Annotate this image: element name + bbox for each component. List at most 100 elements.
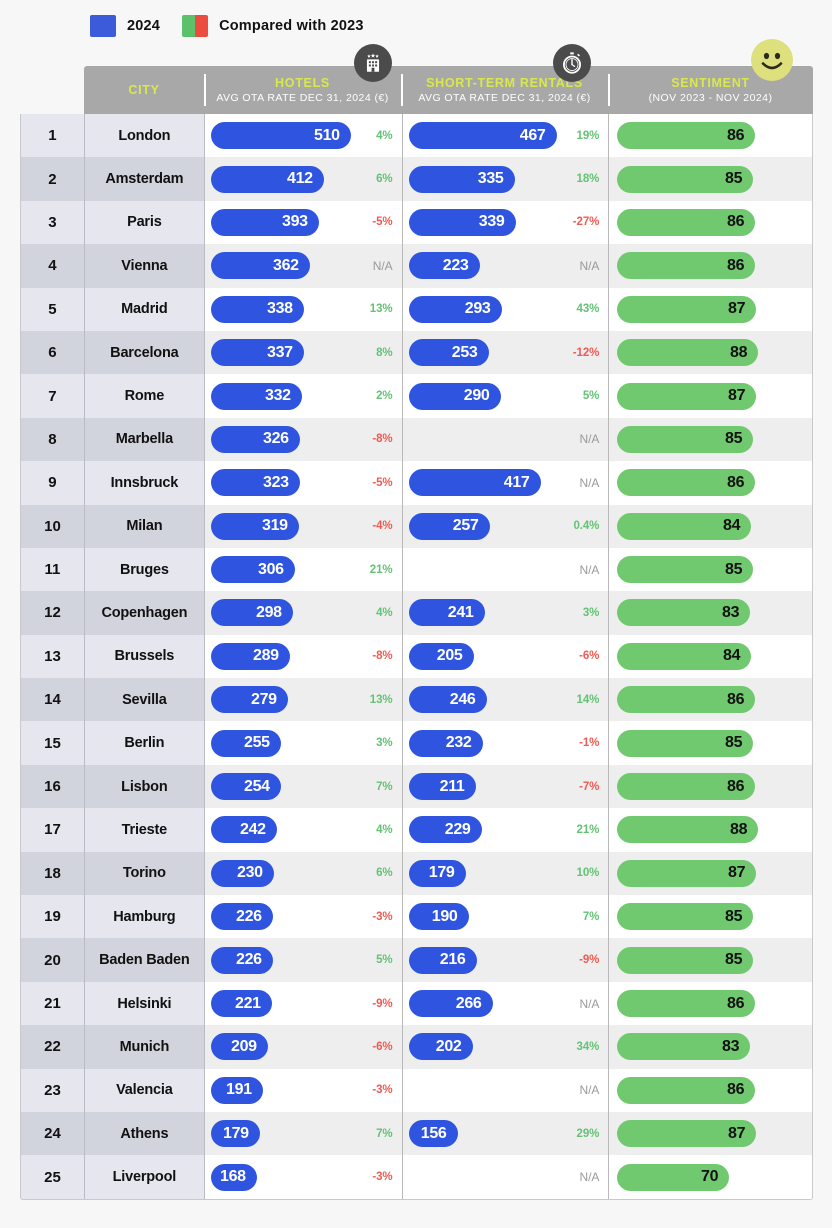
- sentiment-bar-value: 70: [701, 1168, 719, 1186]
- rank-value: 10: [44, 517, 61, 535]
- str-bar-value: 223: [442, 256, 469, 274]
- hotel-building-icon: [354, 44, 392, 82]
- hotel-bar-wrap: 279 13%: [205, 678, 402, 721]
- str-bar-value: 339: [478, 213, 505, 231]
- hotel-bar: 393: [210, 208, 319, 236]
- city-cell: Marbella: [84, 417, 205, 462]
- rank-value: 20: [44, 951, 61, 969]
- str-bar: 202: [408, 1033, 473, 1061]
- str-pct: N/A: [579, 432, 600, 447]
- hotel-pct: 3%: [376, 737, 393, 750]
- table-row: 24 Athens 179 7% 156 29% 87: [21, 1111, 812, 1156]
- table-row: 16 Lisbon 254 7% 211 -7% 86: [21, 764, 812, 809]
- city-name: Madrid: [121, 301, 168, 318]
- rank-value: 19: [44, 908, 61, 926]
- rank-cell: 21: [21, 981, 85, 1026]
- sentiment-bar-value: 85: [725, 560, 743, 578]
- hotel-bar: 191: [210, 1076, 263, 1104]
- sentiment-bar-cell: 85: [608, 547, 812, 592]
- sentiment-bar-value: 85: [725, 170, 743, 188]
- rank-cell: 4: [21, 244, 85, 288]
- hotel-bar-value: 242: [239, 820, 266, 838]
- table-row: 9 Innsbruck 323 -5% 417 N/A 86: [21, 461, 812, 505]
- hotel-bar-cell: 209 -6%: [204, 1025, 402, 1069]
- sentiment-bar-value: 85: [725, 430, 743, 448]
- str-bar-cell: 253 -12%: [401, 330, 609, 375]
- city-name: Bruges: [119, 561, 169, 578]
- hotel-bar: 221: [210, 990, 272, 1017]
- str-bar-cell: 293 43%: [401, 287, 609, 331]
- sentiment-bar: 88: [617, 816, 759, 844]
- hotel-pct: -8%: [372, 650, 393, 663]
- str-bar-wrap: 229 21%: [403, 808, 609, 851]
- city-cell: London: [84, 114, 205, 158]
- str-bar-wrap: 216 -9%: [403, 938, 609, 981]
- hotel-bar-value: 319: [261, 517, 288, 535]
- hotel-bar: 279: [210, 686, 288, 714]
- table-row: 19 Hamburg 226 -3% 190 7% 85: [21, 895, 812, 939]
- infographic-table-page: 2024 Compared with 2023 CITY HOTELS AVG …: [0, 0, 832, 1228]
- city-name: Berlin: [124, 735, 165, 752]
- hotel-pct: -3%: [372, 1171, 393, 1184]
- sentiment-bar: 87: [617, 1120, 757, 1148]
- hotel-bar-cell: 242 4%: [204, 808, 402, 852]
- sentiment-bar-wrap: 85: [609, 418, 812, 461]
- str-bar-cell: 211 -7%: [401, 764, 609, 809]
- sentiment-bar-value: 83: [722, 603, 740, 621]
- sentiment-bar: 86: [617, 773, 756, 801]
- hotel-bar-wrap: 362 N/A: [205, 244, 402, 287]
- city-name: Barcelona: [110, 344, 179, 361]
- hotel-bar: 230: [210, 859, 274, 887]
- table-row: 20 Baden Baden 226 5% 216 -9% 85: [21, 938, 812, 982]
- hotel-pct: -6%: [372, 1040, 393, 1053]
- header-col-city: CITY: [84, 66, 204, 114]
- str-bar-cell: 216 -9%: [401, 938, 609, 982]
- hotel-bar-cell: 337 8%: [204, 330, 402, 375]
- city-name: Munich: [119, 1038, 170, 1055]
- hotel-pct: 4%: [376, 606, 393, 619]
- sentiment-bar-cell: 85: [608, 157, 812, 201]
- rank-cell: 10: [21, 504, 85, 548]
- str-bar-cell: N/A: [401, 1155, 609, 1199]
- str-bar-cell: 246 14%: [401, 678, 609, 722]
- hotel-bar-cell: 289 -8%: [204, 634, 402, 679]
- hotel-bar-wrap: 298 4%: [205, 591, 402, 634]
- rank-value: 3: [48, 213, 57, 231]
- hotel-pct: 7%: [376, 780, 393, 793]
- rank-value: 8: [48, 430, 57, 448]
- rank-cell: 14: [21, 678, 85, 722]
- header-title-sentiment: SENTIMENT: [671, 75, 750, 90]
- hotel-pct: -3%: [372, 910, 393, 923]
- hotel-bar-cell: 298 4%: [204, 591, 402, 635]
- rank-value: 13: [44, 647, 61, 665]
- rank-value: 9: [48, 474, 57, 492]
- str-pct: 43%: [576, 303, 600, 316]
- table-row: 12 Copenhagen 298 4% 241 3% 83: [21, 591, 812, 635]
- str-bar: 293: [408, 295, 502, 323]
- str-pct: -12%: [572, 346, 600, 359]
- str-pct: -1%: [579, 737, 600, 750]
- hotel-bar-value: 168: [219, 1168, 246, 1186]
- sentiment-bar: 85: [617, 729, 754, 757]
- city-name: Marbella: [115, 431, 173, 448]
- str-bar-wrap: 290 5%: [403, 374, 609, 417]
- sentiment-bar: 83: [617, 1033, 751, 1061]
- hotel-bar-wrap: 332 2%: [205, 374, 402, 417]
- sentiment-bar-cell: 86: [608, 114, 812, 158]
- rank-cell: 6: [21, 330, 85, 375]
- hotel-bar-value: 191: [225, 1081, 252, 1099]
- rank-value: 16: [44, 778, 61, 796]
- str-bar-cell: 241 3%: [401, 591, 609, 635]
- sentiment-bar-wrap: 85: [609, 895, 812, 938]
- hotel-bar-wrap: 221 -9%: [205, 982, 402, 1025]
- table-row: 14 Sevilla 279 13% 246 14% 86: [21, 678, 812, 722]
- sentiment-bar-wrap: 84: [609, 505, 812, 548]
- sentiment-bar-cell: 86: [608, 678, 812, 722]
- sentiment-bar-cell: 84: [608, 634, 812, 679]
- str-bar-value: 229: [444, 820, 471, 838]
- city-cell: Brussels: [84, 634, 205, 679]
- str-bar: 205: [408, 642, 474, 670]
- sentiment-bar-wrap: 88: [609, 331, 812, 374]
- str-bar-value: 257: [452, 517, 479, 535]
- city-cell: Paris: [84, 200, 205, 245]
